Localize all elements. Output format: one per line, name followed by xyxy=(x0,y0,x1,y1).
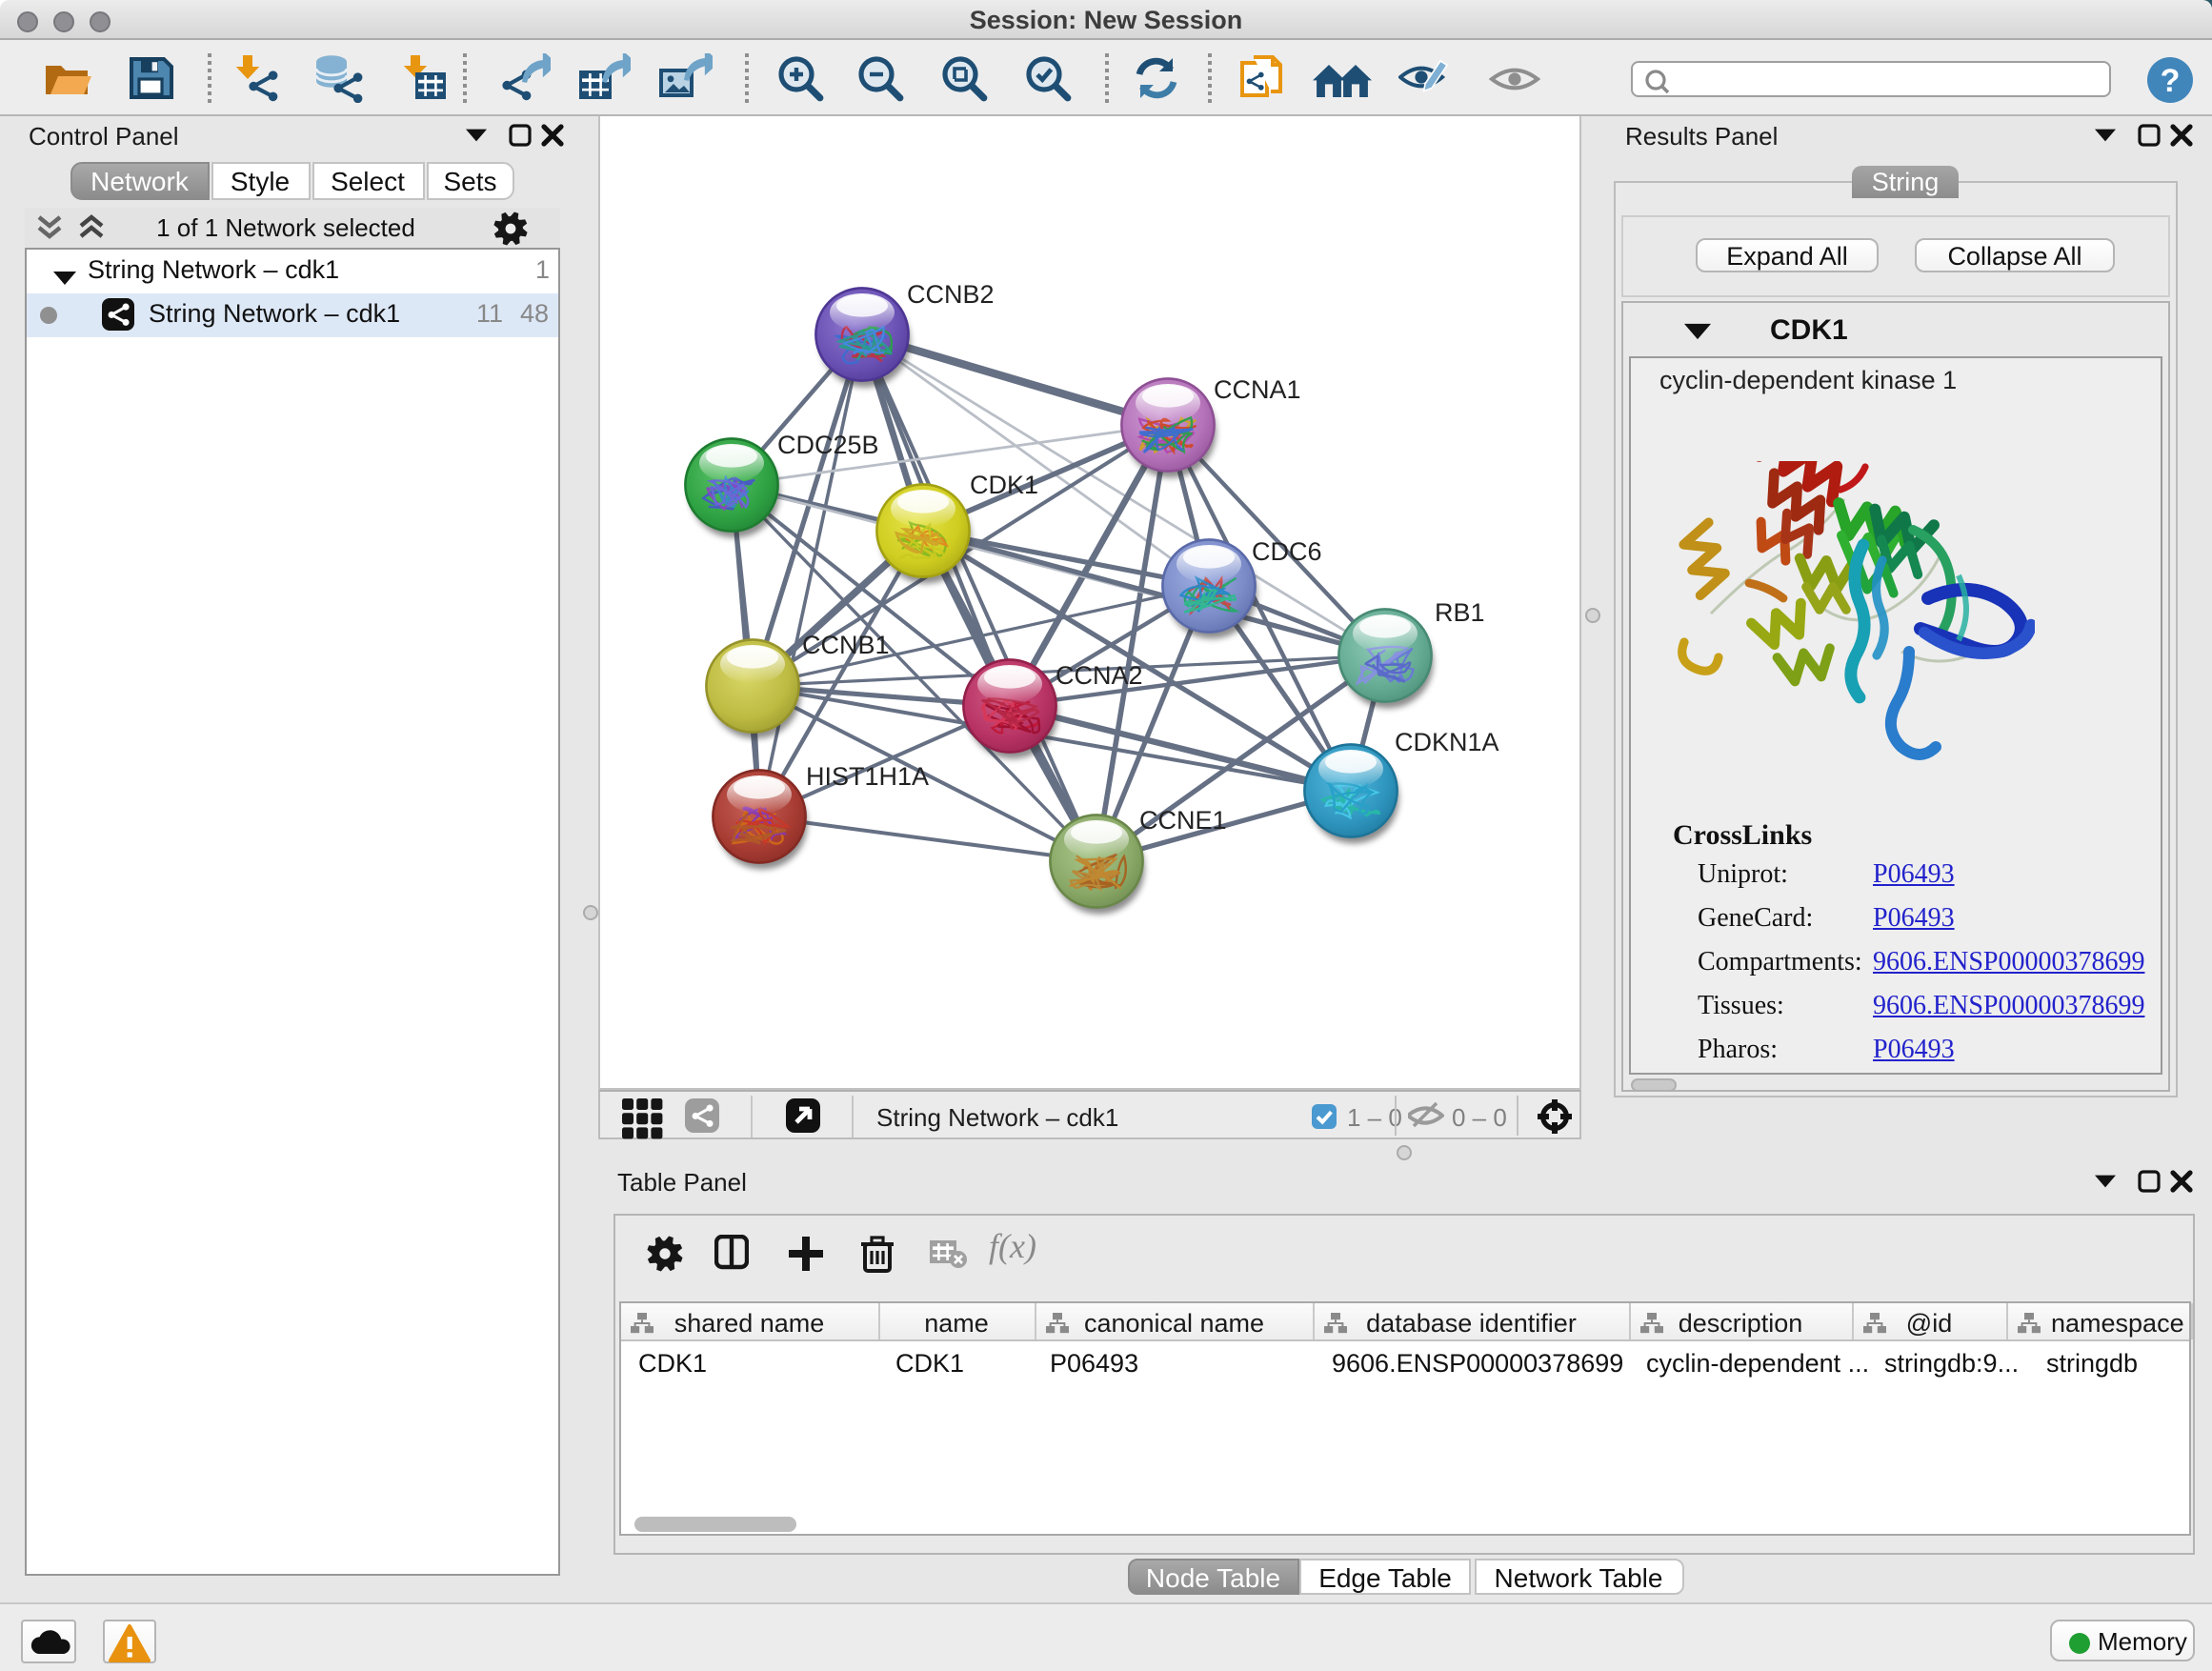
svg-text:CCNE1: CCNE1 xyxy=(1139,806,1227,835)
svg-text:CDKN1A: CDKN1A xyxy=(1395,728,1499,756)
svg-text:CCNB1: CCNB1 xyxy=(802,631,890,659)
svg-text:?: ? xyxy=(2161,63,2181,99)
svg-text:CCNA2: CCNA2 xyxy=(1056,661,1143,690)
svg-text:CCNA1: CCNA1 xyxy=(1214,375,1301,404)
svg-text:HIST1H1A: HIST1H1A xyxy=(806,762,929,791)
svg-text:RB1: RB1 xyxy=(1435,598,1485,627)
svg-text:CDC6: CDC6 xyxy=(1252,537,1322,566)
svg-text:CDC25B: CDC25B xyxy=(777,431,879,459)
svg-text:CDK1: CDK1 xyxy=(970,471,1038,499)
svg-text:CCNB2: CCNB2 xyxy=(907,280,995,309)
